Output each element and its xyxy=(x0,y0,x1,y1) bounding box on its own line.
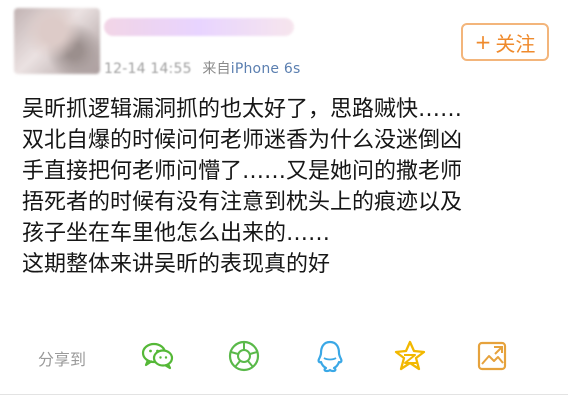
device-source[interactable]: iPhone 6s xyxy=(231,61,301,77)
content-line: 孩子坐在车里他怎么出来的…… xyxy=(22,221,331,246)
post-content: 吴昕抓逻辑漏洞抓的也太好了，思路贼快…… 双北自爆的时候问何老师迷香为什么没迷倒… xyxy=(22,94,552,280)
share-bar: 分享到 xyxy=(0,336,568,380)
divider xyxy=(0,394,568,395)
plus-icon: + xyxy=(474,30,492,54)
post-header: 12-14 14:55 来自iPhone 6s + 关注 xyxy=(0,0,568,90)
moments-icon[interactable] xyxy=(226,338,262,374)
content-line: 吴昕抓逻辑漏洞抓的也太好了，思路贼快…… xyxy=(22,97,463,122)
source-prefix: 来自 xyxy=(202,61,231,77)
content-line: 双北自爆的时候问何老师迷香为什么没迷倒凶 xyxy=(22,128,463,153)
username-blurred[interactable] xyxy=(104,18,294,36)
content-line: 这期整体来讲吴昕的表现真的好 xyxy=(22,252,331,277)
qzone-icon[interactable] xyxy=(392,338,428,374)
content-line: 捂死者的时候有没有注意到枕头上的痕迹以及 xyxy=(22,190,463,215)
post-meta: 12-14 14:55 来自iPhone 6s xyxy=(104,58,300,78)
content-line: 手直接把何老师问懵了……又是她问的撒老师 xyxy=(22,159,463,184)
wechat-icon[interactable] xyxy=(140,338,176,374)
image-share-icon[interactable] xyxy=(474,338,510,374)
share-label: 分享到 xyxy=(38,350,87,369)
avatar[interactable] xyxy=(14,8,100,74)
post-time: 12-14 14:55 xyxy=(104,61,192,77)
qq-icon[interactable] xyxy=(312,338,348,374)
follow-button[interactable]: + 关注 xyxy=(461,23,549,61)
follow-label: 关注 xyxy=(495,31,536,56)
